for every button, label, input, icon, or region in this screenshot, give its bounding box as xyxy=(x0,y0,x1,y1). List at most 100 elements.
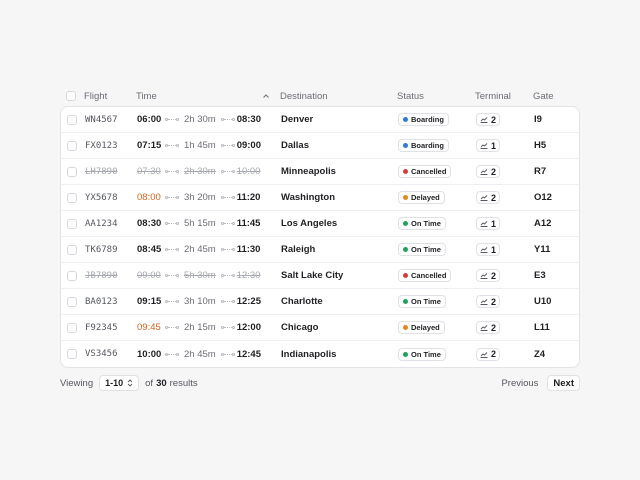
row-select-cell xyxy=(61,166,85,177)
status-dot-icon xyxy=(403,325,408,330)
gate: Z4 xyxy=(534,348,546,360)
departure-time: 08:00 xyxy=(137,192,161,203)
row-checkbox[interactable] xyxy=(67,218,77,229)
row-checkbox[interactable] xyxy=(67,192,77,203)
status-label: Cancelled xyxy=(411,271,447,280)
row-checkbox[interactable] xyxy=(67,349,77,359)
table-row[interactable]: LH7890 07:30 2h 30m 10:00 Minneapolis Cancell… xyxy=(61,159,579,185)
destination: Charlotte xyxy=(281,296,323,307)
flight-number: WN4567 xyxy=(85,114,118,125)
row-select-cell xyxy=(61,349,85,359)
header-gate[interactable]: Gate xyxy=(533,91,573,102)
header-flight[interactable]: Flight xyxy=(84,91,136,102)
header-terminal[interactable]: Terminal xyxy=(475,91,533,102)
row-checkbox[interactable] xyxy=(67,140,77,151)
terminal-number: 2 xyxy=(491,296,497,307)
row-select-cell xyxy=(61,140,85,151)
gate: O12 xyxy=(534,192,552,203)
flight-number: F92345 xyxy=(85,322,118,333)
table-row[interactable]: BA0123 09:15 3h 10m 12:25 Charlotte On Time 2 U… xyxy=(61,289,579,315)
departure-time: 08:30 xyxy=(137,218,162,229)
terminal-cell: 2 xyxy=(476,165,534,178)
table-row[interactable]: YX5678 08:00 3h 20m 11:20 Washington Delayed 2… xyxy=(61,185,579,211)
terminal-cell: 2 xyxy=(476,269,534,282)
status-cell: Cancelled xyxy=(398,269,476,282)
header-status[interactable]: Status xyxy=(397,91,475,102)
of-label: of xyxy=(145,377,154,389)
departure-time: 09:45 xyxy=(137,322,161,333)
departure-time: 07:30 xyxy=(137,166,161,177)
terminal-number: 2 xyxy=(491,322,497,333)
time-cell: 08:30 5h 15m 11:45 xyxy=(137,218,281,229)
table-row[interactable]: FX0123 07:15 1h 45m 09:00 Dallas Boarding 1 H5 xyxy=(61,133,579,159)
time-cell: 10:00 2h 45m 12:45 xyxy=(137,349,281,360)
flight-duration: 5h 30m xyxy=(184,270,216,281)
row-checkbox[interactable] xyxy=(67,296,77,307)
arrival-time: 12:00 xyxy=(236,322,261,333)
flight-duration: 3h 10m xyxy=(184,296,216,307)
status-label: On Time xyxy=(411,245,441,254)
previous-button[interactable]: Previous xyxy=(496,375,543,391)
status-cell: On Time xyxy=(398,243,476,256)
table-row[interactable]: AA1234 08:30 5h 15m 11:45 Los Angeles On Time… xyxy=(61,211,579,237)
arrival-time: 12:30 xyxy=(236,270,261,281)
table-row[interactable]: F92345 09:45 2h 15m 12:00 Chicago Delayed 2 L11 xyxy=(61,315,579,341)
status-dot-icon xyxy=(403,143,408,148)
destination: Los Angeles xyxy=(281,218,338,229)
flight-duration: 3h 20m xyxy=(184,192,216,203)
status-badge: On Time xyxy=(398,347,446,361)
status-dot-icon xyxy=(403,117,408,122)
header-destination[interactable]: Destination xyxy=(280,91,397,102)
table-row[interactable]: JB7890 09:00 5h 30m 12:30 Salt Lake City Canc… xyxy=(61,263,579,289)
sort-ascending-icon[interactable] xyxy=(262,92,270,100)
select-all-checkbox[interactable] xyxy=(66,91,76,101)
departure-time: 09:00 xyxy=(137,270,161,281)
departure-time: 06:00 xyxy=(137,114,162,125)
destination: Salt Lake City xyxy=(281,270,344,281)
destination: Indianapolis xyxy=(281,348,337,360)
arrival-time: 11:30 xyxy=(236,244,261,255)
status-dot-icon xyxy=(403,195,408,200)
route-connector-icon xyxy=(220,222,235,225)
time-cell: 08:00 3h 20m 11:20 xyxy=(137,192,281,203)
row-checkbox[interactable] xyxy=(67,322,77,333)
gate: U10 xyxy=(534,296,552,307)
terminal-badge: 1 xyxy=(476,243,501,256)
terminal-number: 2 xyxy=(491,192,497,203)
terminal-number: 1 xyxy=(491,218,497,229)
destination: Denver xyxy=(281,114,314,125)
gate: L11 xyxy=(534,322,550,333)
route-connector-icon xyxy=(220,196,235,199)
next-button[interactable]: Next xyxy=(547,375,580,391)
row-checkbox[interactable] xyxy=(67,114,77,125)
row-select-cell xyxy=(61,322,85,333)
gate: Y11 xyxy=(534,244,551,255)
route-connector-icon xyxy=(165,144,179,147)
flight-duration: 2h 30m xyxy=(184,166,216,177)
terminal-number: 1 xyxy=(491,140,497,151)
table-row[interactable]: TK6789 08:45 2h 45m 11:30 Raleigh On Time 1 Y11 xyxy=(61,237,579,263)
row-checkbox[interactable] xyxy=(67,270,77,281)
page-range-select[interactable]: 1-10 xyxy=(99,375,140,391)
status-badge: Cancelled xyxy=(398,165,452,178)
table-row[interactable]: WN4567 06:00 2h 30m 08:30 Denver Boarding 2 I9 xyxy=(61,107,579,133)
terminal-number: 2 xyxy=(491,114,497,125)
table-row[interactable]: VS3456 10:00 2h 45m 12:45 Indianapolis On Tim… xyxy=(61,341,579,367)
gate: H5 xyxy=(534,140,547,151)
status-badge: On Time xyxy=(398,295,446,308)
table-body: WN4567 06:00 2h 30m 08:30 Denver Boarding 2 I9 F… xyxy=(60,106,580,368)
header-time[interactable]: Time xyxy=(136,91,280,102)
row-checkbox[interactable] xyxy=(67,244,77,255)
results-total: 30 xyxy=(156,377,167,389)
route-connector-icon xyxy=(165,118,179,121)
row-checkbox[interactable] xyxy=(67,166,77,177)
terminal-icon xyxy=(480,351,488,358)
terminal-cell: 2 xyxy=(476,295,534,308)
time-cell: 07:15 1h 45m 09:00 xyxy=(137,140,281,151)
status-dot-icon xyxy=(403,351,408,357)
status-dot-icon xyxy=(403,221,408,226)
departure-time: 10:00 xyxy=(137,348,162,360)
status-label: On Time xyxy=(411,219,441,228)
status-label: Delayed xyxy=(411,323,440,332)
arrival-time: 08:30 xyxy=(236,114,261,125)
